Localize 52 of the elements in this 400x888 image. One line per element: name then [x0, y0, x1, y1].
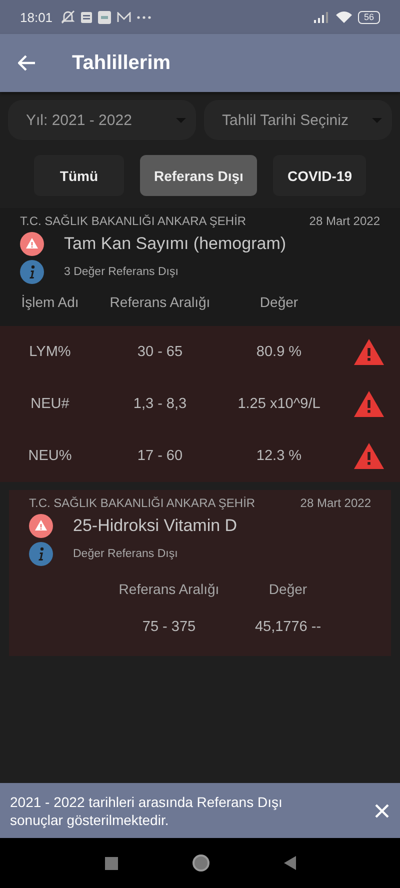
- close-button[interactable]: [374, 802, 390, 818]
- dropdown[interactable]: Yıl: 2021 - 2022: [8, 100, 196, 140]
- back-arrow-icon[interactable]: [18, 55, 36, 71]
- reference-range: 1,3 - 8,3: [132, 396, 188, 412]
- result-value: 45,1776 --: [254, 619, 322, 635]
- info-icon: [29, 542, 53, 566]
- result-value: 12.3 %: [255, 448, 303, 464]
- test-parameter: NEU#: [30, 396, 70, 412]
- column-header: Referans Aralığı: [108, 294, 212, 310]
- back-icon[interactable]: [284, 856, 296, 870]
- message-icon: [80, 12, 92, 22]
- snackbar-message: 2021 - 2022 tarihleri arasında Referans Dışı sonuçlar gösterilmektedir.: [10, 792, 284, 828]
- warning-icon: [20, 232, 44, 256]
- filter-chip[interactable]: Referans Dışı: [140, 155, 258, 196]
- more-icon: [136, 16, 151, 18]
- home-icon[interactable]: [192, 854, 210, 872]
- mute-icon: [60, 10, 75, 24]
- wifi-icon: [336, 11, 352, 23]
- signal-icon: [314, 12, 330, 22]
- warning-icon: [354, 339, 384, 365]
- reference-range: 75 - 375: [141, 619, 197, 635]
- filter-chip[interactable]: COVID-19: [273, 155, 366, 196]
- app-icon: [98, 10, 111, 24]
- screen-title: Tahlillerim: [72, 52, 171, 74]
- hospital-name: T.C. SAĞLIK BAKANLIĞI ANKARA ŞEHİR: [20, 214, 246, 228]
- warning-icon: [354, 391, 384, 417]
- out-of-range-summary: Değer Referans Dışı: [73, 548, 178, 560]
- result-date: 28 Mart 2022: [300, 496, 371, 510]
- reference-range: 30 - 65: [136, 344, 184, 360]
- column-header: Değer: [258, 294, 300, 310]
- recents-icon[interactable]: [104, 856, 118, 870]
- dropdown[interactable]: Tahlil Tarihi Seçiniz: [204, 100, 392, 140]
- result-date: 28 Mart 2022: [309, 214, 380, 228]
- status-time: 18:01: [20, 10, 53, 24]
- warning-icon: [354, 443, 384, 469]
- column-header: Referans Aralığı: [118, 581, 220, 597]
- out-of-range-summary: 3 Değer Referans Dışı: [64, 266, 178, 278]
- result-value: 80.9 %: [255, 344, 303, 360]
- test-parameter: NEU%: [27, 448, 73, 464]
- battery-icon: 56: [358, 10, 380, 24]
- hospital-name: T.C. SAĞLIK BAKANLIĞI ANKARA ŞEHİR: [29, 496, 256, 510]
- result-value: 1.25 x10^9/L: [236, 396, 322, 412]
- warning-icon: [29, 514, 53, 538]
- test-parameter: LYM%: [28, 344, 72, 360]
- test-name: 25-Hidroksi Vitamin D: [73, 516, 238, 536]
- info-icon: [20, 260, 44, 284]
- reference-range: 17 - 60: [136, 448, 184, 464]
- test-name: Tam Kan Sayımı (hemogram): [64, 234, 286, 254]
- column-header: Değer: [268, 581, 308, 597]
- column-header: İşlem Adı: [20, 294, 80, 310]
- filter-chip[interactable]: Tümü: [34, 155, 124, 196]
- mail-icon: [116, 12, 131, 22]
